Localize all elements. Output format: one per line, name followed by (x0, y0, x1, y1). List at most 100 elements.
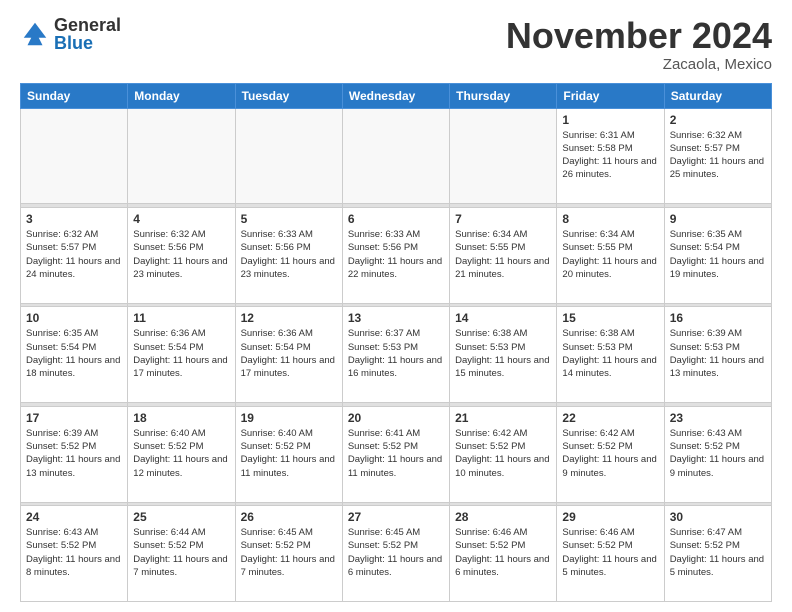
day-info: Sunrise: 6:38 AM Sunset: 5:53 PM Dayligh… (455, 327, 551, 380)
logo-blue-text: Blue (54, 33, 93, 53)
day-cell: 25Sunrise: 6:44 AM Sunset: 5:52 PM Dayli… (128, 506, 235, 602)
day-number: 21 (455, 411, 551, 425)
day-cell: 28Sunrise: 6:46 AM Sunset: 5:52 PM Dayli… (450, 506, 557, 602)
day-number: 18 (133, 411, 229, 425)
title-block: November 2024 Zacaola, Mexico (506, 16, 772, 73)
day-cell: 11Sunrise: 6:36 AM Sunset: 5:54 PM Dayli… (128, 307, 235, 403)
day-info: Sunrise: 6:43 AM Sunset: 5:52 PM Dayligh… (26, 526, 122, 579)
day-info: Sunrise: 6:37 AM Sunset: 5:53 PM Dayligh… (348, 327, 444, 380)
day-cell: 12 Sunrise: 6:36 AM Sunset: 5:54 PM Dayli… (235, 307, 342, 403)
day-number: 24 (26, 510, 122, 524)
logo: General Blue (20, 16, 121, 52)
day-cell: 4Sunrise: 6:32 AM Sunset: 5:56 PM Daylig… (128, 207, 235, 303)
day-cell: 20Sunrise: 6:41 AM Sunset: 5:52 PM Dayli… (342, 406, 449, 502)
month-title: November 2024 (506, 16, 772, 56)
day-cell: 26 Sunrise: 6:45 AM Sunset: 5:52 PM Dayli… (235, 506, 342, 602)
day-info: Sunrise: 6:40 AM Sunset: 5:52 PM Dayligh… (133, 427, 229, 480)
day-number: 5 (241, 212, 337, 226)
day-number: 10 (26, 311, 122, 325)
day-number: 15 (562, 311, 658, 325)
header: General Blue November 2024 Zacaola, Mexi… (20, 16, 772, 73)
day-cell (21, 108, 128, 204)
day-info: Sunrise: 6:32 AM Sunset: 5:56 PM Dayligh… (133, 228, 229, 281)
weekday-friday: Friday (557, 83, 664, 108)
weekday-saturday: Saturday (664, 83, 771, 108)
day-info: Sunrise: 6:41 AM Sunset: 5:52 PM Dayligh… (348, 427, 444, 480)
day-cell: 17 Sunrise: 6:39 AM Sunset: 5:52 PM Dayli… (21, 406, 128, 502)
day-number: 14 (455, 311, 551, 325)
day-number: 8 (562, 212, 658, 226)
day-cell: 27Sunrise: 6:45 AM Sunset: 5:52 PM Dayli… (342, 506, 449, 602)
weekday-wednesday: Wednesday (342, 83, 449, 108)
day-cell: 19 Sunrise: 6:40 AM Sunset: 5:52 PM Dayli… (235, 406, 342, 502)
week-row-3: 10 Sunrise: 6:35 AM Sunset: 5:54 PM Dayli… (21, 307, 772, 403)
page: General Blue November 2024 Zacaola, Mexi… (0, 0, 792, 612)
day-cell: 8Sunrise: 6:34 AM Sunset: 5:55 PM Daylig… (557, 207, 664, 303)
week-row-5: 24 Sunrise: 6:43 AM Sunset: 5:52 PM Dayli… (21, 506, 772, 602)
day-cell (450, 108, 557, 204)
day-number: 22 (562, 411, 658, 425)
day-cell: 15 Sunrise: 6:38 AM Sunset: 5:53 PM Dayli… (557, 307, 664, 403)
day-number: 23 (670, 411, 766, 425)
day-cell: 29 Sunrise: 6:46 AM Sunset: 5:52 PM Dayli… (557, 506, 664, 602)
weekday-monday: Monday (128, 83, 235, 108)
day-info: Sunrise: 6:34 AM Sunset: 5:55 PM Dayligh… (455, 228, 551, 281)
weekday-sunday: Sunday (21, 83, 128, 108)
day-info: Sunrise: 6:39 AM Sunset: 5:53 PM Dayligh… (670, 327, 766, 380)
day-cell: 3 Sunrise: 6:32 AM Sunset: 5:57 PM Daylig… (21, 207, 128, 303)
weekday-tuesday: Tuesday (235, 83, 342, 108)
day-info: Sunrise: 6:35 AM Sunset: 5:54 PM Dayligh… (26, 327, 122, 380)
day-number: 3 (26, 212, 122, 226)
day-info: Sunrise: 6:38 AM Sunset: 5:53 PM Dayligh… (562, 327, 658, 380)
week-row-2: 3 Sunrise: 6:32 AM Sunset: 5:57 PM Daylig… (21, 207, 772, 303)
day-cell: 9 Sunrise: 6:35 AM Sunset: 5:54 PM Daylig… (664, 207, 771, 303)
day-number: 26 (241, 510, 337, 524)
day-info: Sunrise: 6:31 AM Sunset: 5:58 PM Dayligh… (562, 129, 658, 182)
day-info: Sunrise: 6:32 AM Sunset: 5:57 PM Dayligh… (670, 129, 766, 182)
day-number: 2 (670, 113, 766, 127)
day-number: 19 (241, 411, 337, 425)
day-info: Sunrise: 6:47 AM Sunset: 5:52 PM Dayligh… (670, 526, 766, 579)
day-number: 7 (455, 212, 551, 226)
day-number: 16 (670, 311, 766, 325)
day-cell: 13 Sunrise: 6:37 AM Sunset: 5:53 PM Dayli… (342, 307, 449, 403)
day-cell (342, 108, 449, 204)
day-info: Sunrise: 6:46 AM Sunset: 5:52 PM Dayligh… (562, 526, 658, 579)
weekday-thursday: Thursday (450, 83, 557, 108)
day-cell: 5Sunrise: 6:33 AM Sunset: 5:56 PM Daylig… (235, 207, 342, 303)
day-cell: 21 Sunrise: 6:42 AM Sunset: 5:52 PM Dayli… (450, 406, 557, 502)
day-info: Sunrise: 6:36 AM Sunset: 5:54 PM Dayligh… (241, 327, 337, 380)
day-info: Sunrise: 6:36 AM Sunset: 5:54 PM Dayligh… (133, 327, 229, 380)
day-cell: 24 Sunrise: 6:43 AM Sunset: 5:52 PM Dayli… (21, 506, 128, 602)
day-cell: 7 Sunrise: 6:34 AM Sunset: 5:55 PM Daylig… (450, 207, 557, 303)
day-number: 6 (348, 212, 444, 226)
day-cell: 6Sunrise: 6:33 AM Sunset: 5:56 PM Daylig… (342, 207, 449, 303)
day-info: Sunrise: 6:43 AM Sunset: 5:52 PM Dayligh… (670, 427, 766, 480)
day-info: Sunrise: 6:32 AM Sunset: 5:57 PM Dayligh… (26, 228, 122, 281)
day-cell: 22 Sunrise: 6:42 AM Sunset: 5:52 PM Dayli… (557, 406, 664, 502)
day-number: 17 (26, 411, 122, 425)
day-cell: 14 Sunrise: 6:38 AM Sunset: 5:53 PM Dayli… (450, 307, 557, 403)
day-cell: 10 Sunrise: 6:35 AM Sunset: 5:54 PM Dayli… (21, 307, 128, 403)
day-info: Sunrise: 6:40 AM Sunset: 5:52 PM Dayligh… (241, 427, 337, 480)
day-cell: 16 Sunrise: 6:39 AM Sunset: 5:53 PM Dayli… (664, 307, 771, 403)
day-cell (235, 108, 342, 204)
day-info: Sunrise: 6:42 AM Sunset: 5:52 PM Dayligh… (562, 427, 658, 480)
day-info: Sunrise: 6:45 AM Sunset: 5:52 PM Dayligh… (348, 526, 444, 579)
day-number: 9 (670, 212, 766, 226)
logo-general-text: General (54, 15, 121, 35)
day-number: 12 (241, 311, 337, 325)
day-number: 30 (670, 510, 766, 524)
calendar-table: Sunday Monday Tuesday Wednesday Thursday… (20, 83, 772, 602)
day-info: Sunrise: 6:42 AM Sunset: 5:52 PM Dayligh… (455, 427, 551, 480)
day-number: 13 (348, 311, 444, 325)
day-info: Sunrise: 6:39 AM Sunset: 5:52 PM Dayligh… (26, 427, 122, 480)
day-info: Sunrise: 6:44 AM Sunset: 5:52 PM Dayligh… (133, 526, 229, 579)
day-info: Sunrise: 6:35 AM Sunset: 5:54 PM Dayligh… (670, 228, 766, 281)
day-number: 28 (455, 510, 551, 524)
day-cell: 18 Sunrise: 6:40 AM Sunset: 5:52 PM Dayli… (128, 406, 235, 502)
day-number: 29 (562, 510, 658, 524)
location: Zacaola, Mexico (506, 56, 772, 73)
day-cell (128, 108, 235, 204)
day-info: Sunrise: 6:45 AM Sunset: 5:52 PM Dayligh… (241, 526, 337, 579)
